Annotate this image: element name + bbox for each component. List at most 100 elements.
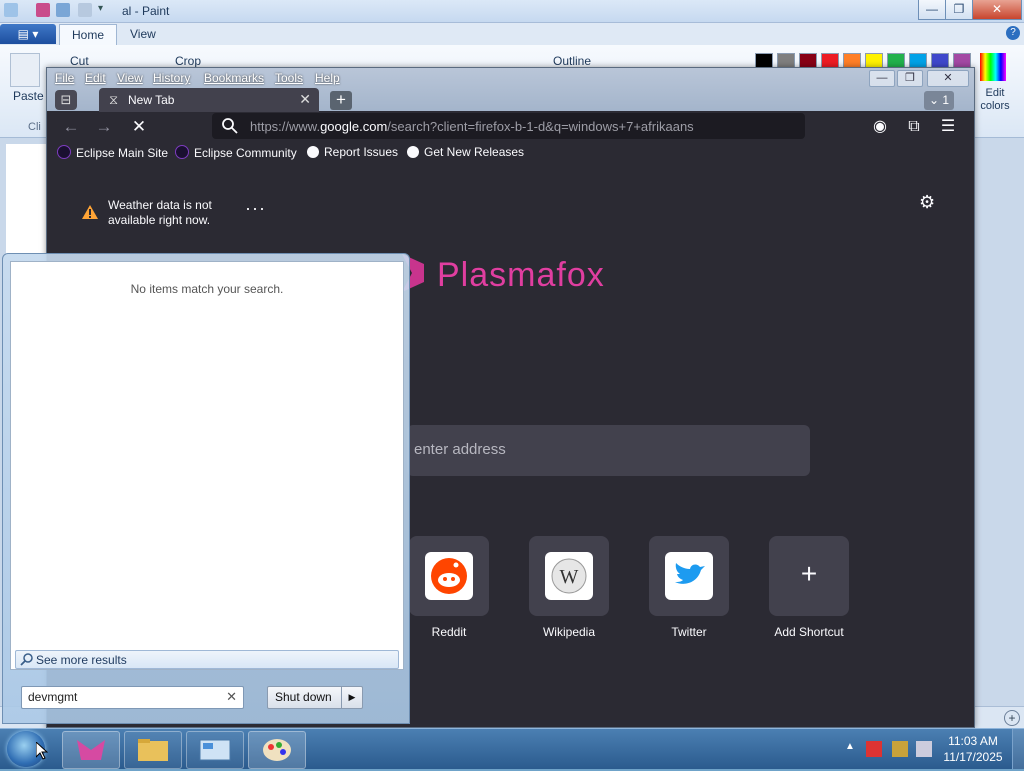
back-arrow-icon[interactable]: ← (59, 116, 83, 138)
start-results-panel: No items match your search. See more res… (10, 261, 404, 670)
search-address-input[interactable]: enter address (407, 425, 810, 476)
plus-icon: + (800, 558, 818, 589)
bookmark-report-issues[interactable]: Report Issues (307, 145, 398, 161)
show-desktop-button[interactable] (1012, 729, 1024, 769)
shortcut-wikipedia[interactable]: W (529, 536, 609, 616)
paint-app-icon[interactable] (4, 3, 18, 17)
paint-ribbon-tabs: ▤ ▾ Home View ? (0, 23, 1024, 45)
action-center-flag-icon[interactable] (866, 741, 882, 757)
bookmark-get-new-releases[interactable]: Get New Releases (407, 145, 524, 161)
chevron-down-icon: ⌄ (928, 93, 940, 107)
svg-text:W: W (560, 566, 579, 588)
paint-titlebar: ▾ al - Paint — ❐ ✕ (0, 0, 1024, 23)
menu-history[interactable]: History (153, 71, 190, 85)
shortcut-label-twitter: Twitter (671, 625, 707, 639)
customize-toolbar-chevron-icon[interactable]: ▾ (98, 3, 108, 17)
reddit-icon (425, 552, 473, 600)
shut-down-button[interactable]: Shut down ▶ (267, 686, 363, 709)
paint-icon (263, 739, 291, 761)
control-panel-icon (199, 739, 231, 761)
network-icon[interactable] (892, 741, 908, 757)
menu-file[interactable]: File (55, 71, 74, 85)
paint-canvas[interactable] (6, 144, 46, 254)
github-icon (307, 146, 319, 158)
tab-new-tab[interactable]: ⧖ New Tab ✕ (99, 88, 319, 112)
cut-button[interactable]: Cut (70, 54, 89, 68)
undo-icon[interactable] (56, 3, 70, 17)
taskbar-plasmafox[interactable] (62, 731, 120, 769)
shortcut-reddit[interactable] (409, 536, 489, 616)
navigation-toolbar: ← → ✕ https://www.google.com/search?clie… (47, 112, 974, 142)
menu-tools[interactable]: Tools (275, 71, 303, 85)
tab-view[interactable]: View (118, 24, 168, 44)
outline-dropdown[interactable]: Outline (553, 54, 591, 68)
extensions-icon[interactable]: ⧉ (903, 116, 925, 138)
weather-message: Weather data is not available right now. (108, 198, 212, 227)
mouse-cursor-icon (36, 742, 48, 760)
shortcut-twitter[interactable] (649, 536, 729, 616)
more-options-icon[interactable]: ··· (245, 198, 266, 219)
firefox-view-icon[interactable]: ⊟ (55, 90, 77, 110)
edit-colors-icon[interactable] (980, 53, 1006, 81)
menu-help[interactable]: Help (315, 71, 340, 85)
eclipse-icon (175, 145, 189, 159)
hourglass-icon: ⧖ (109, 92, 119, 107)
url-bar[interactable]: https://www.google.com/search?client=fir… (212, 113, 805, 139)
help-icon[interactable]: ? (1006, 26, 1020, 40)
paint-window-title: al - Paint (122, 4, 170, 18)
taskbar-control-panel[interactable] (186, 731, 244, 769)
crop-button[interactable]: Crop (175, 54, 201, 68)
start-search-input[interactable]: devmgmt ✕ (21, 686, 244, 709)
hamburger-menu-icon[interactable]: ☰ (937, 116, 959, 138)
tab-label: New Tab (128, 93, 175, 107)
show-hidden-icons-icon[interactable]: ▲ (845, 741, 855, 752)
start-search-value: devmgmt (28, 690, 78, 704)
wikipedia-icon: W (545, 552, 593, 600)
paste-icon[interactable] (10, 53, 40, 87)
clear-search-icon[interactable]: ✕ (226, 689, 237, 705)
stop-loading-icon[interactable]: ✕ (127, 116, 151, 138)
redo-icon[interactable] (78, 3, 92, 17)
taskbar-explorer[interactable] (124, 731, 182, 769)
account-icon[interactable]: ◉ (869, 116, 891, 138)
browser-minimize-button[interactable]: — (869, 70, 895, 87)
brand-wordmark: Plasmafox (437, 256, 605, 294)
folder-icon (138, 739, 168, 761)
taskbar-paint[interactable] (248, 731, 306, 769)
shortcut-add[interactable]: + (769, 536, 849, 616)
browser-close-button[interactable]: ✕ (927, 70, 969, 87)
clock-time[interactable]: 11:03 AM (940, 734, 1006, 748)
clipboard-group-label: Cli (28, 121, 41, 133)
bookmark-eclipse-community[interactable]: Eclipse Community (175, 145, 297, 161)
paint-minimize-button[interactable]: — (918, 0, 946, 20)
shortcut-label-add: Add Shortcut (774, 625, 844, 639)
edit-colors-button[interactable]: Edit colors (975, 87, 1015, 113)
tab-home[interactable]: Home (59, 24, 118, 45)
paint-maximize-button[interactable]: ❐ (945, 0, 973, 20)
search-icon (20, 653, 33, 666)
browser-restore-button[interactable]: ❐ (897, 70, 923, 87)
paint-close-button[interactable]: ✕ (972, 0, 1022, 20)
zoom-in-icon[interactable]: + (1004, 710, 1020, 726)
menu-edit[interactable]: Edit (85, 71, 106, 85)
plasmafox-icon (77, 740, 105, 760)
start-menu: No items match your search. See more res… (2, 253, 410, 724)
new-tab-button[interactable]: + (330, 91, 352, 110)
menu-bookmarks[interactable]: Bookmarks (204, 71, 264, 85)
tab-close-icon[interactable]: ✕ (299, 91, 311, 108)
gear-icon[interactable]: ⚙ (919, 192, 935, 213)
browser-menu-bar: File Edit View History Bookmarks Tools H… (47, 68, 974, 88)
paint-file-menu-button[interactable]: ▤ ▾ (0, 24, 56, 44)
see-more-results-button[interactable]: See more results (15, 650, 399, 669)
save-icon[interactable] (36, 3, 50, 17)
forward-arrow-icon[interactable]: → (92, 116, 116, 138)
menu-view[interactable]: View (117, 71, 143, 85)
eclipse-icon (57, 145, 71, 159)
clock-date[interactable]: 11/17/2025 (940, 750, 1006, 764)
paste-button[interactable]: Paste (13, 89, 44, 103)
list-all-tabs-button[interactable]: ⌄ 1 (924, 91, 954, 110)
github-icon (407, 146, 419, 158)
bookmark-eclipse-main-site[interactable]: Eclipse Main Site (57, 145, 168, 161)
chevron-right-icon[interactable]: ▶ (341, 687, 362, 708)
volume-muted-icon[interactable] (916, 741, 932, 757)
